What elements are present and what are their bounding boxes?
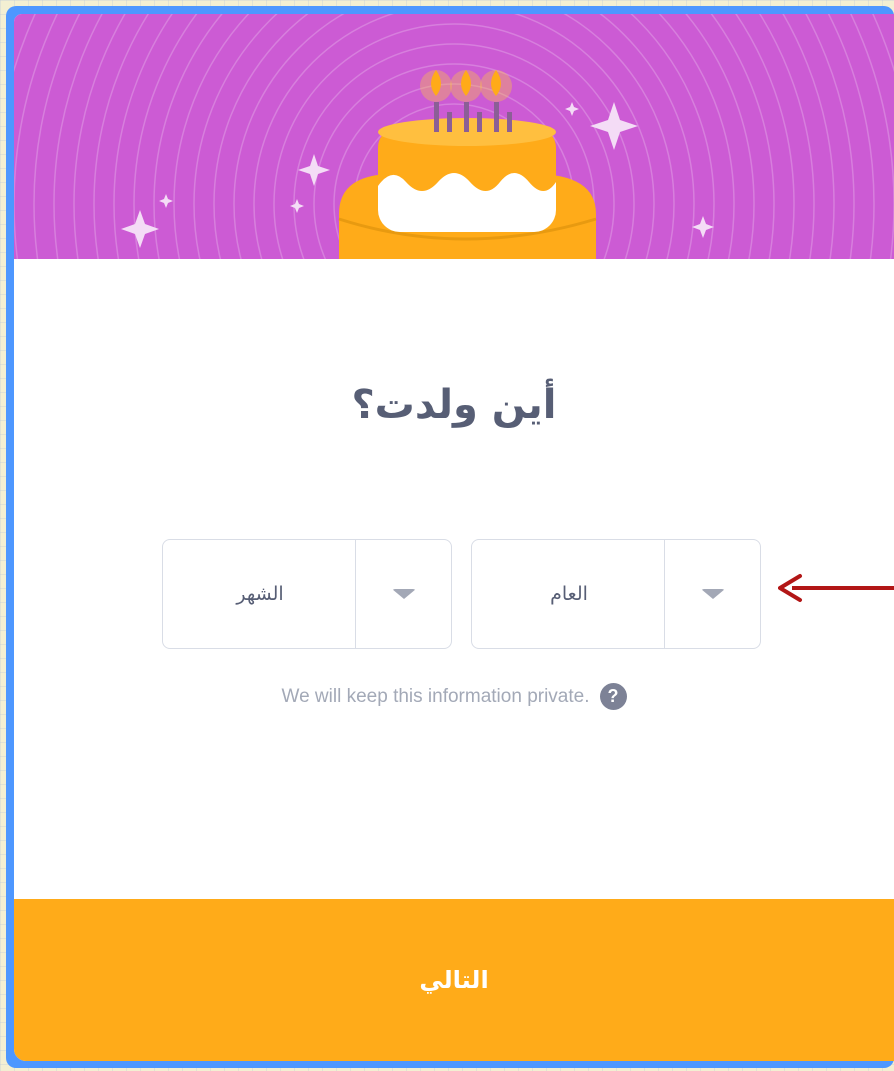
month-select[interactable]: الشهر	[162, 539, 452, 649]
year-select-value: العام	[550, 583, 588, 605]
next-button[interactable]: التالي	[14, 899, 894, 1061]
year-select-toggle[interactable]	[664, 540, 760, 648]
caret-down-icon	[700, 589, 725, 599]
birthdate-dialog: أين ولدت؟ الشهر العام We will keep this …	[14, 14, 894, 1061]
birthday-cake-illustration	[14, 14, 894, 259]
help-icon[interactable]: ?	[599, 683, 627, 710]
privacy-note: We will keep this information private. ?	[14, 683, 894, 710]
dialog-title: أين ولدت؟	[351, 382, 557, 428]
banner	[14, 14, 894, 259]
month-select-toggle[interactable]	[355, 540, 451, 648]
year-select[interactable]: العام	[471, 539, 761, 649]
privacy-text: We will keep this information private.	[281, 685, 590, 707]
caret-down-icon	[391, 589, 416, 599]
month-select-value: الشهر	[236, 583, 284, 605]
red-arrow-icon	[778, 574, 894, 602]
dialog-frame: أين ولدت؟ الشهر العام We will keep this …	[6, 6, 894, 1068]
next-button-label: التالي	[419, 966, 489, 994]
